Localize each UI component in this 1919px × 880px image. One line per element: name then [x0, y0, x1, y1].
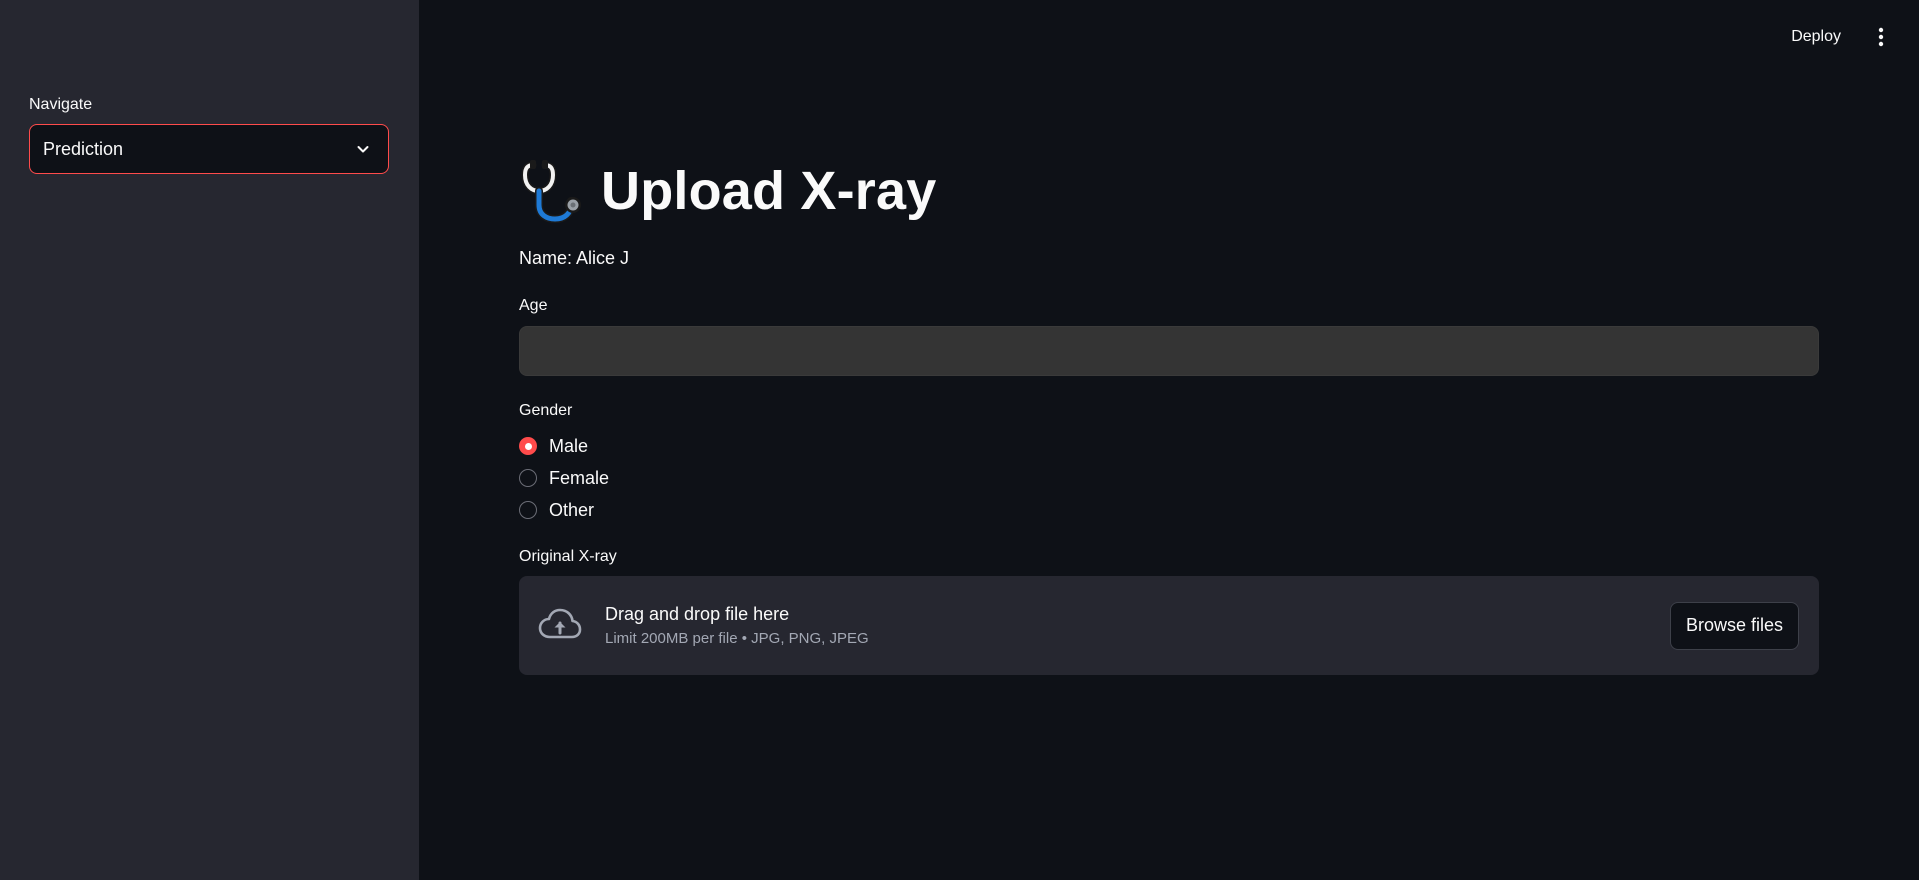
gender-option-other[interactable]: Other [519, 494, 1819, 526]
gender-option-label: Male [549, 435, 589, 456]
dropzone-text: Drag and drop file here Limit 200MB per … [605, 604, 1670, 647]
dropzone-subtitle: Limit 200MB per file • JPG, PNG, JPEG [605, 630, 869, 647]
age-input[interactable] [519, 326, 1819, 376]
top-toolbar: Deploy [1781, 22, 1893, 52]
gender-option-label: Other [549, 499, 595, 520]
browse-files-button[interactable]: Browse files [1669, 601, 1799, 650]
xray-label: Original X-ray [519, 548, 617, 565]
gender-radio-group: Male Female Other [519, 430, 1819, 526]
cloud-upload-icon [537, 603, 583, 649]
navigate-selected-value: Prediction [43, 138, 124, 159]
gender-option-female[interactable]: Female [519, 462, 1819, 494]
radio-unselected-icon [519, 501, 537, 519]
navigate-label: Navigate [29, 96, 93, 113]
page-title: Upload X-ray [601, 161, 937, 221]
radio-selected-icon [519, 437, 537, 455]
kebab-vertical-icon[interactable] [1869, 22, 1893, 52]
file-dropzone[interactable]: Drag and drop file here Limit 200MB per … [519, 576, 1819, 675]
navigate-select[interactable]: Prediction [29, 124, 389, 174]
title-row: Upload X-ray [519, 155, 1819, 227]
app-root: Navigate Prediction Deploy Upload X-ray … [0, 0, 1919, 880]
gender-option-male[interactable]: Male [519, 430, 1819, 462]
radio-unselected-icon [519, 469, 537, 487]
main-content: Upload X-ray Name: Alice J Age Gender Ma… [519, 155, 1819, 675]
age-label: Age [519, 297, 548, 314]
deploy-button[interactable]: Deploy [1781, 22, 1851, 52]
gender-option-label: Female [549, 467, 610, 488]
chevron-down-icon [352, 138, 374, 160]
stethoscope-icon [519, 157, 587, 225]
gender-label: Gender [519, 402, 573, 419]
patient-name: Name: Alice J [519, 248, 630, 268]
sidebar: Navigate Prediction [0, 0, 419, 880]
dropzone-title: Drag and drop file here [605, 604, 790, 624]
main-area: Deploy Upload X-ray Name: Alice J Age Ge… [419, 0, 1919, 880]
